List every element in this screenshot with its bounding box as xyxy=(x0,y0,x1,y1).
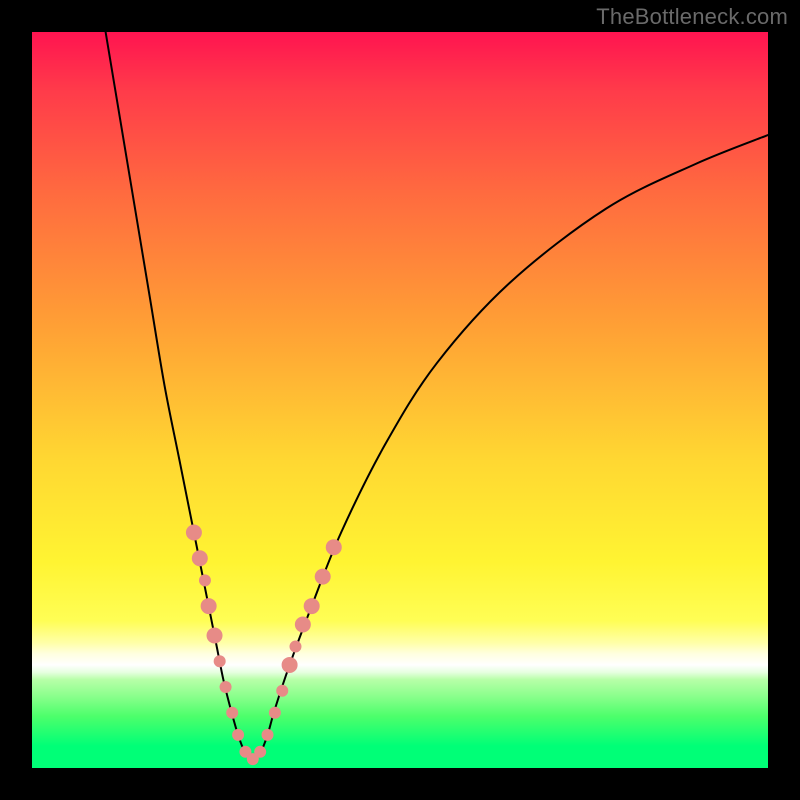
curve-marker xyxy=(214,655,226,667)
curve-marker xyxy=(192,550,208,566)
plot-area xyxy=(32,32,768,768)
curve-marker xyxy=(289,641,301,653)
watermark-text: TheBottleneck.com xyxy=(596,4,788,30)
curve-marker xyxy=(282,657,298,673)
curve-marker xyxy=(276,685,288,697)
bottleneck-curve xyxy=(106,32,768,761)
curve-marker xyxy=(315,569,331,585)
curve-markers xyxy=(186,524,342,765)
curve-marker xyxy=(186,524,202,540)
curve-marker xyxy=(304,598,320,614)
curve-marker xyxy=(326,539,342,555)
curve-marker xyxy=(254,746,266,758)
curve-layer xyxy=(32,32,768,768)
curve-marker xyxy=(262,729,274,741)
curve-marker xyxy=(201,598,217,614)
curve-marker xyxy=(269,707,281,719)
curve-marker xyxy=(226,707,238,719)
curve-marker xyxy=(220,681,232,693)
curve-marker xyxy=(207,628,223,644)
chart-frame: TheBottleneck.com xyxy=(0,0,800,800)
curve-marker xyxy=(295,616,311,632)
curve-marker xyxy=(199,574,211,586)
curve-marker xyxy=(232,729,244,741)
